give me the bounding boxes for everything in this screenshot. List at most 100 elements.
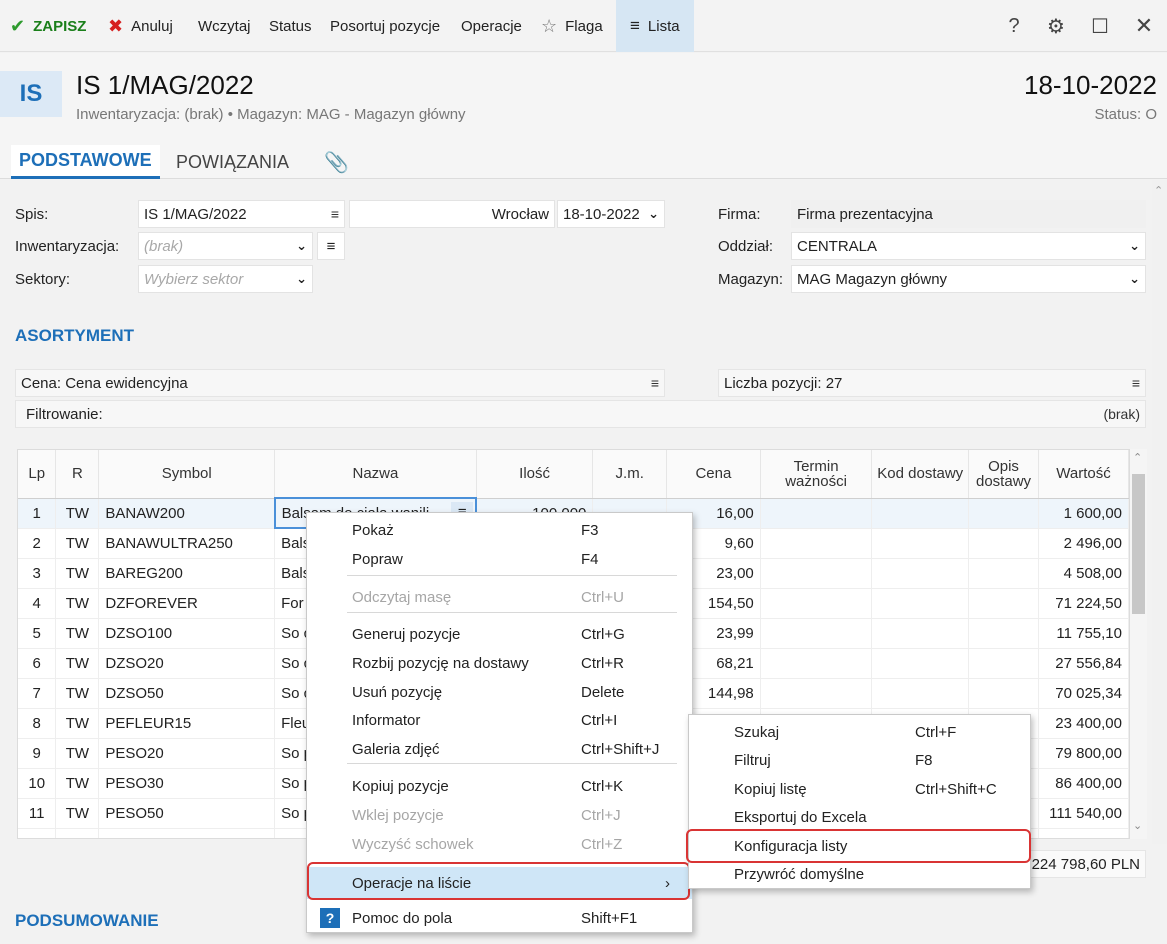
cell-lp[interactable]: 5 (18, 618, 57, 649)
context-menu-item-12[interactable]: ? Pomoc do pola Shift+F1 (307, 904, 692, 932)
cell-r[interactable]: TW (55, 528, 100, 559)
cell-symbol[interactable]: DZSO100 (98, 618, 276, 649)
chevron-down-icon[interactable]: ⌄ (296, 238, 307, 254)
context-menu-item-2[interactable]: Odczytaj masę Ctrl+U (307, 583, 692, 611)
page-scrollbar[interactable]: ⌃ (1152, 180, 1167, 844)
cell-lp[interactable]: 1 (18, 498, 57, 529)
cell-lp[interactable]: 10 (18, 768, 57, 799)
cell-symbol[interactable]: BANAW200 (98, 498, 276, 529)
column-header-7[interactable]: Termin ważności (760, 450, 873, 499)
inwentaryzacja-list-button[interactable]: ≡ (317, 232, 345, 260)
cell-opis[interactable] (968, 618, 1039, 649)
cell-r[interactable]: TW (55, 828, 100, 838)
cell-termin[interactable] (760, 648, 873, 679)
context-menu-item-8[interactable]: Kopiuj pozycje Ctrl+K (307, 772, 692, 800)
cell-opis[interactable] (968, 558, 1039, 589)
cell-r[interactable]: TW (55, 678, 100, 709)
cell-wartosc[interactable]: 11 755,10 (1038, 618, 1129, 649)
cell-symbol[interactable]: BAREG200 (98, 558, 276, 589)
cell-kod[interactable] (871, 528, 970, 559)
operations-button[interactable]: Operacje (461, 0, 522, 52)
cell-symbol[interactable]: DZSO20 (98, 648, 276, 679)
column-header-4[interactable]: Ilość (476, 450, 594, 499)
cell-wartosc[interactable]: 2 496,00 (1038, 528, 1129, 559)
column-header-0[interactable]: Lp (18, 450, 57, 499)
cell-wartosc[interactable]: 70 025,34 (1038, 678, 1129, 709)
cell-wartosc[interactable]: 1 600,00 (1038, 498, 1129, 529)
list-icon[interactable]: ≡ (647, 375, 659, 391)
cell-kod[interactable] (871, 618, 970, 649)
cell-wartosc[interactable]: 79 800,00 (1038, 738, 1129, 769)
context-menu-item-0[interactable]: Pokaż F3 (307, 516, 692, 544)
cell-r[interactable]: TW (55, 558, 100, 589)
sektory-field[interactable]: Wybierz sektor ⌄ (138, 265, 313, 293)
cell-lp[interactable]: 8 (18, 708, 57, 739)
cell-symbol[interactable]: PESO20 (98, 738, 276, 769)
submenu-item-1[interactable]: Filtruj F8 (689, 747, 1030, 775)
context-menu-item-5[interactable]: Usuń pozycję Delete (307, 678, 692, 706)
chevron-down-icon[interactable]: ⌄ (1133, 819, 1142, 832)
grid-scrollbar[interactable]: ⌃ ⌄ (1130, 449, 1147, 839)
save-button[interactable]: ✔ ZAPISZ (10, 0, 86, 52)
cell-wartosc[interactable]: 27 556,84 (1038, 648, 1129, 679)
cell-opis[interactable] (968, 588, 1039, 619)
cell-r[interactable]: TW (55, 498, 100, 529)
chevron-up-icon[interactable]: ⌃ (1154, 184, 1163, 197)
oddzial-field[interactable]: CENTRALA ⌄ (791, 232, 1146, 260)
context-menu-item-3[interactable]: Generuj pozycje Ctrl+G (307, 620, 692, 648)
list-button[interactable]: ≡ Lista (616, 0, 694, 52)
magazyn-field[interactable]: MAG Magazyn główny ⌄ (791, 265, 1146, 293)
context-menu-item-4[interactable]: Rozbij pozycję na dostawy Ctrl+R (307, 649, 692, 677)
date-field[interactable]: 18-10-2022 ⌄ (557, 200, 665, 228)
cell-wartosc[interactable]: 86 400,00 (1038, 768, 1129, 799)
maximize-icon[interactable]: ☐ (1083, 0, 1117, 52)
chevron-down-icon[interactable]: ⌄ (296, 271, 307, 287)
column-header-3[interactable]: Nazwa (274, 450, 477, 499)
price-selector[interactable]: Cena: Cena ewidencyjna ≡ (15, 369, 665, 397)
column-header-2[interactable]: Symbol (98, 450, 276, 499)
cell-r[interactable]: TW (55, 648, 100, 679)
context-menu-item-10[interactable]: Wyczyść schowek Ctrl+Z (307, 830, 692, 858)
cell-opis[interactable] (968, 498, 1039, 529)
cell-opis[interactable] (968, 678, 1039, 709)
submenu-item-2[interactable]: Kopiuj listę Ctrl+Shift+C (689, 775, 1030, 803)
cell-symbol[interactable]: DZFOREVER (98, 588, 276, 619)
submenu-item-0[interactable]: Szukaj Ctrl+F (689, 718, 1030, 746)
cell-termin[interactable] (760, 588, 873, 619)
inwentaryzacja-field[interactable]: (brak) ⌄ (138, 232, 313, 260)
cell-termin[interactable] (760, 558, 873, 589)
cell-lp[interactable]: 11 (18, 798, 57, 829)
cell-termin[interactable] (760, 498, 873, 529)
chevron-up-icon[interactable]: ⌃ (1133, 451, 1142, 464)
cell-symbol[interactable]: DZSO50 (98, 678, 276, 709)
tab-basic[interactable]: PODSTAWOWE (11, 145, 160, 179)
cancel-button[interactable]: ✖ Anuluj (108, 0, 173, 52)
scrollbar-thumb[interactable] (1132, 474, 1145, 614)
position-count[interactable]: Liczba pozycji: 27 ≡ (718, 369, 1146, 397)
cell-opis[interactable] (968, 648, 1039, 679)
submenu-item-5[interactable]: Przywróć domyślne (689, 861, 1030, 889)
gear-icon[interactable]: ⚙ (1039, 0, 1073, 52)
paperclip-icon[interactable]: 📎 (316, 145, 357, 179)
cell-symbol[interactable]: PESO50 (98, 798, 276, 829)
load-button[interactable]: Wczytaj (198, 0, 251, 52)
cell-lp[interactable]: 7 (18, 678, 57, 709)
column-header-9[interactable]: Opis dostawy (968, 450, 1039, 499)
spis-field[interactable]: IS 1/MAG/2022 ≡ (138, 200, 345, 228)
cell-termin[interactable] (760, 528, 873, 559)
list-icon[interactable]: ≡ (1128, 375, 1140, 391)
cell-lp[interactable]: 6 (18, 648, 57, 679)
column-header-1[interactable]: R (55, 450, 100, 499)
cell-r[interactable]: TW (55, 708, 100, 739)
cell-r[interactable]: TW (55, 618, 100, 649)
cell-kod[interactable] (871, 678, 970, 709)
chevron-down-icon[interactable]: ⌄ (1129, 271, 1140, 287)
filter-bar[interactable]: Filtrowanie: (brak) (15, 400, 1146, 428)
cell-symbol[interactable]: BANAWULTRA250 (98, 528, 276, 559)
cell-termin[interactable] (760, 678, 873, 709)
cell-lp[interactable]: 12 (18, 828, 57, 838)
cell-kod[interactable] (871, 558, 970, 589)
cell-lp[interactable]: 9 (18, 738, 57, 769)
column-header-5[interactable]: J.m. (592, 450, 668, 499)
cell-kod[interactable] (871, 648, 970, 679)
